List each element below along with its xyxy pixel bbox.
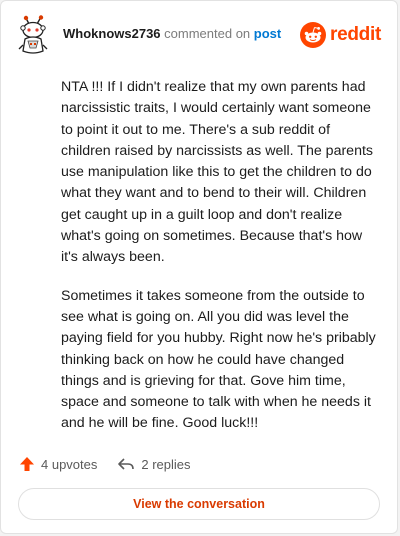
upvote-button[interactable]: 4 upvotes: [19, 456, 97, 472]
comment-header: Whoknows2736 commented on post reddit: [15, 15, 383, 55]
upvote-arrow-icon: [20, 457, 34, 471]
replies-button[interactable]: 2 replies: [117, 456, 191, 472]
username-link[interactable]: Whoknows2736: [63, 26, 161, 41]
reddit-wordmark: reddit: [330, 24, 381, 45]
reply-count: 2 replies: [141, 456, 191, 472]
comment-verb: commented on: [164, 26, 251, 41]
post-link[interactable]: post: [254, 26, 281, 41]
comment-meta: Whoknows2736 commented on post: [63, 26, 281, 41]
snoo-avatar-icon: [18, 15, 48, 54]
reddit-brand[interactable]: reddit: [300, 21, 381, 49]
comment-paragraph: Sometimes it takes someone from the outs…: [61, 287, 376, 432]
comment-paragraph: NTA !!! If I didn't realize that my own …: [61, 79, 374, 266]
comment-body: NTA !!! If I didn't realize that my own …: [61, 77, 381, 452]
view-conversation-button[interactable]: View the conversation: [18, 488, 380, 520]
reddit-logo-icon: [300, 22, 327, 48]
comment-card: Whoknows2736 commented on post reddit NT…: [0, 0, 398, 534]
upvote-count: 4 upvotes: [41, 456, 98, 472]
comment-actions: 4 upvotes 2 replies: [19, 453, 211, 475]
reply-arrow-icon: [118, 458, 135, 470]
user-avatar[interactable]: [15, 15, 55, 55]
